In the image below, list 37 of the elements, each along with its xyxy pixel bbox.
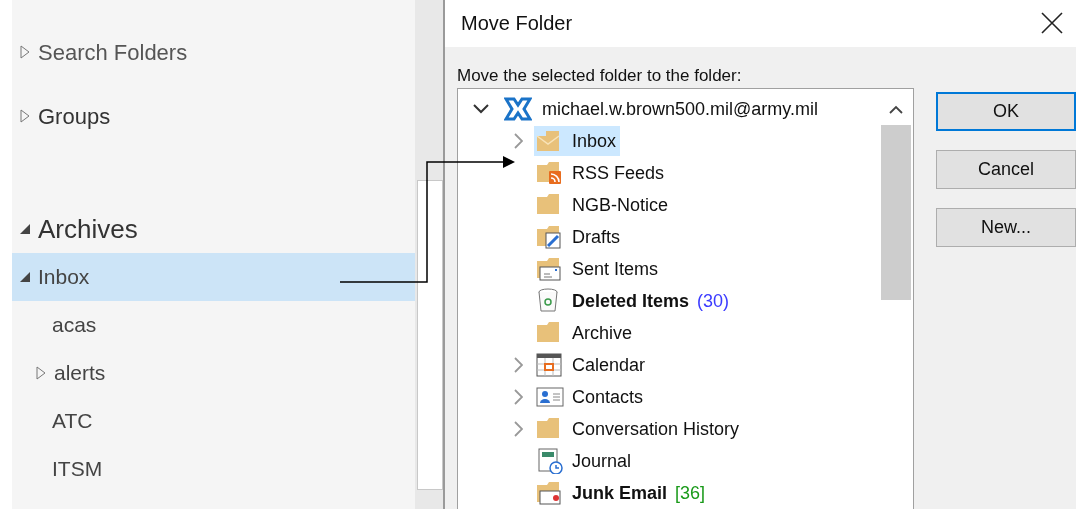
- folder-item[interactable]: Junk Email [36]: [534, 478, 710, 508]
- scroll-up-icon: [889, 104, 903, 114]
- dialog-prompt: Move the selected folder to the folder:: [456, 64, 743, 87]
- account-icon: [504, 95, 532, 123]
- folder-item[interactable]: Sent Items: [534, 254, 663, 284]
- pencil-folder-icon: [536, 224, 564, 250]
- folder-label[interactable]: ATC: [52, 405, 93, 437]
- folder-item[interactable]: NGB-Notice: [534, 190, 673, 220]
- envelope-folder-icon: [536, 256, 564, 282]
- folder-item[interactable]: Drafts: [534, 222, 624, 252]
- folder-item[interactable]: Deleted Items (30): [534, 286, 734, 316]
- folder-label[interactable]: Groups: [38, 99, 111, 133]
- close-icon: [1041, 12, 1063, 35]
- folder-item[interactable]: Contacts: [534, 382, 648, 412]
- folder-label[interactable]: ITSM: [52, 453, 103, 485]
- folder-item[interactable]: Calendar: [534, 350, 650, 380]
- rss-folder-icon: [536, 160, 564, 186]
- contact-card-icon: [536, 384, 564, 410]
- dialog-button[interactable]: Cancel: [936, 150, 1076, 189]
- folder-label[interactable]: Archives: [38, 209, 138, 249]
- folder-label[interactable]: Search Folders: [38, 35, 188, 69]
- envelope-folder-icon: [536, 480, 564, 506]
- journal-icon: [536, 448, 564, 474]
- folder-item[interactable]: RSS Feeds: [534, 158, 669, 188]
- scrollbar-thumb[interactable]: [881, 125, 911, 300]
- folder-item[interactable]: Archive: [534, 318, 637, 348]
- ok-button[interactable]: OK: [936, 92, 1076, 131]
- dialog-title: Move Folder: [461, 11, 573, 37]
- selected-folder-row[interactable]: Inbox: [12, 253, 415, 301]
- selected-folder-item[interactable]: Inbox: [534, 126, 621, 156]
- folder-item[interactable]: Journal: [534, 446, 636, 476]
- dialog-button[interactable]: New...: [936, 208, 1076, 247]
- folder-label[interactable]: alerts: [54, 357, 106, 389]
- folder-item[interactable]: Conversation History: [534, 414, 744, 444]
- calendar-icon: [536, 352, 564, 378]
- folder-label[interactable]: acas: [52, 309, 97, 341]
- account-label[interactable]: michael.w.brown500.mil@army.mil: [540, 95, 820, 123]
